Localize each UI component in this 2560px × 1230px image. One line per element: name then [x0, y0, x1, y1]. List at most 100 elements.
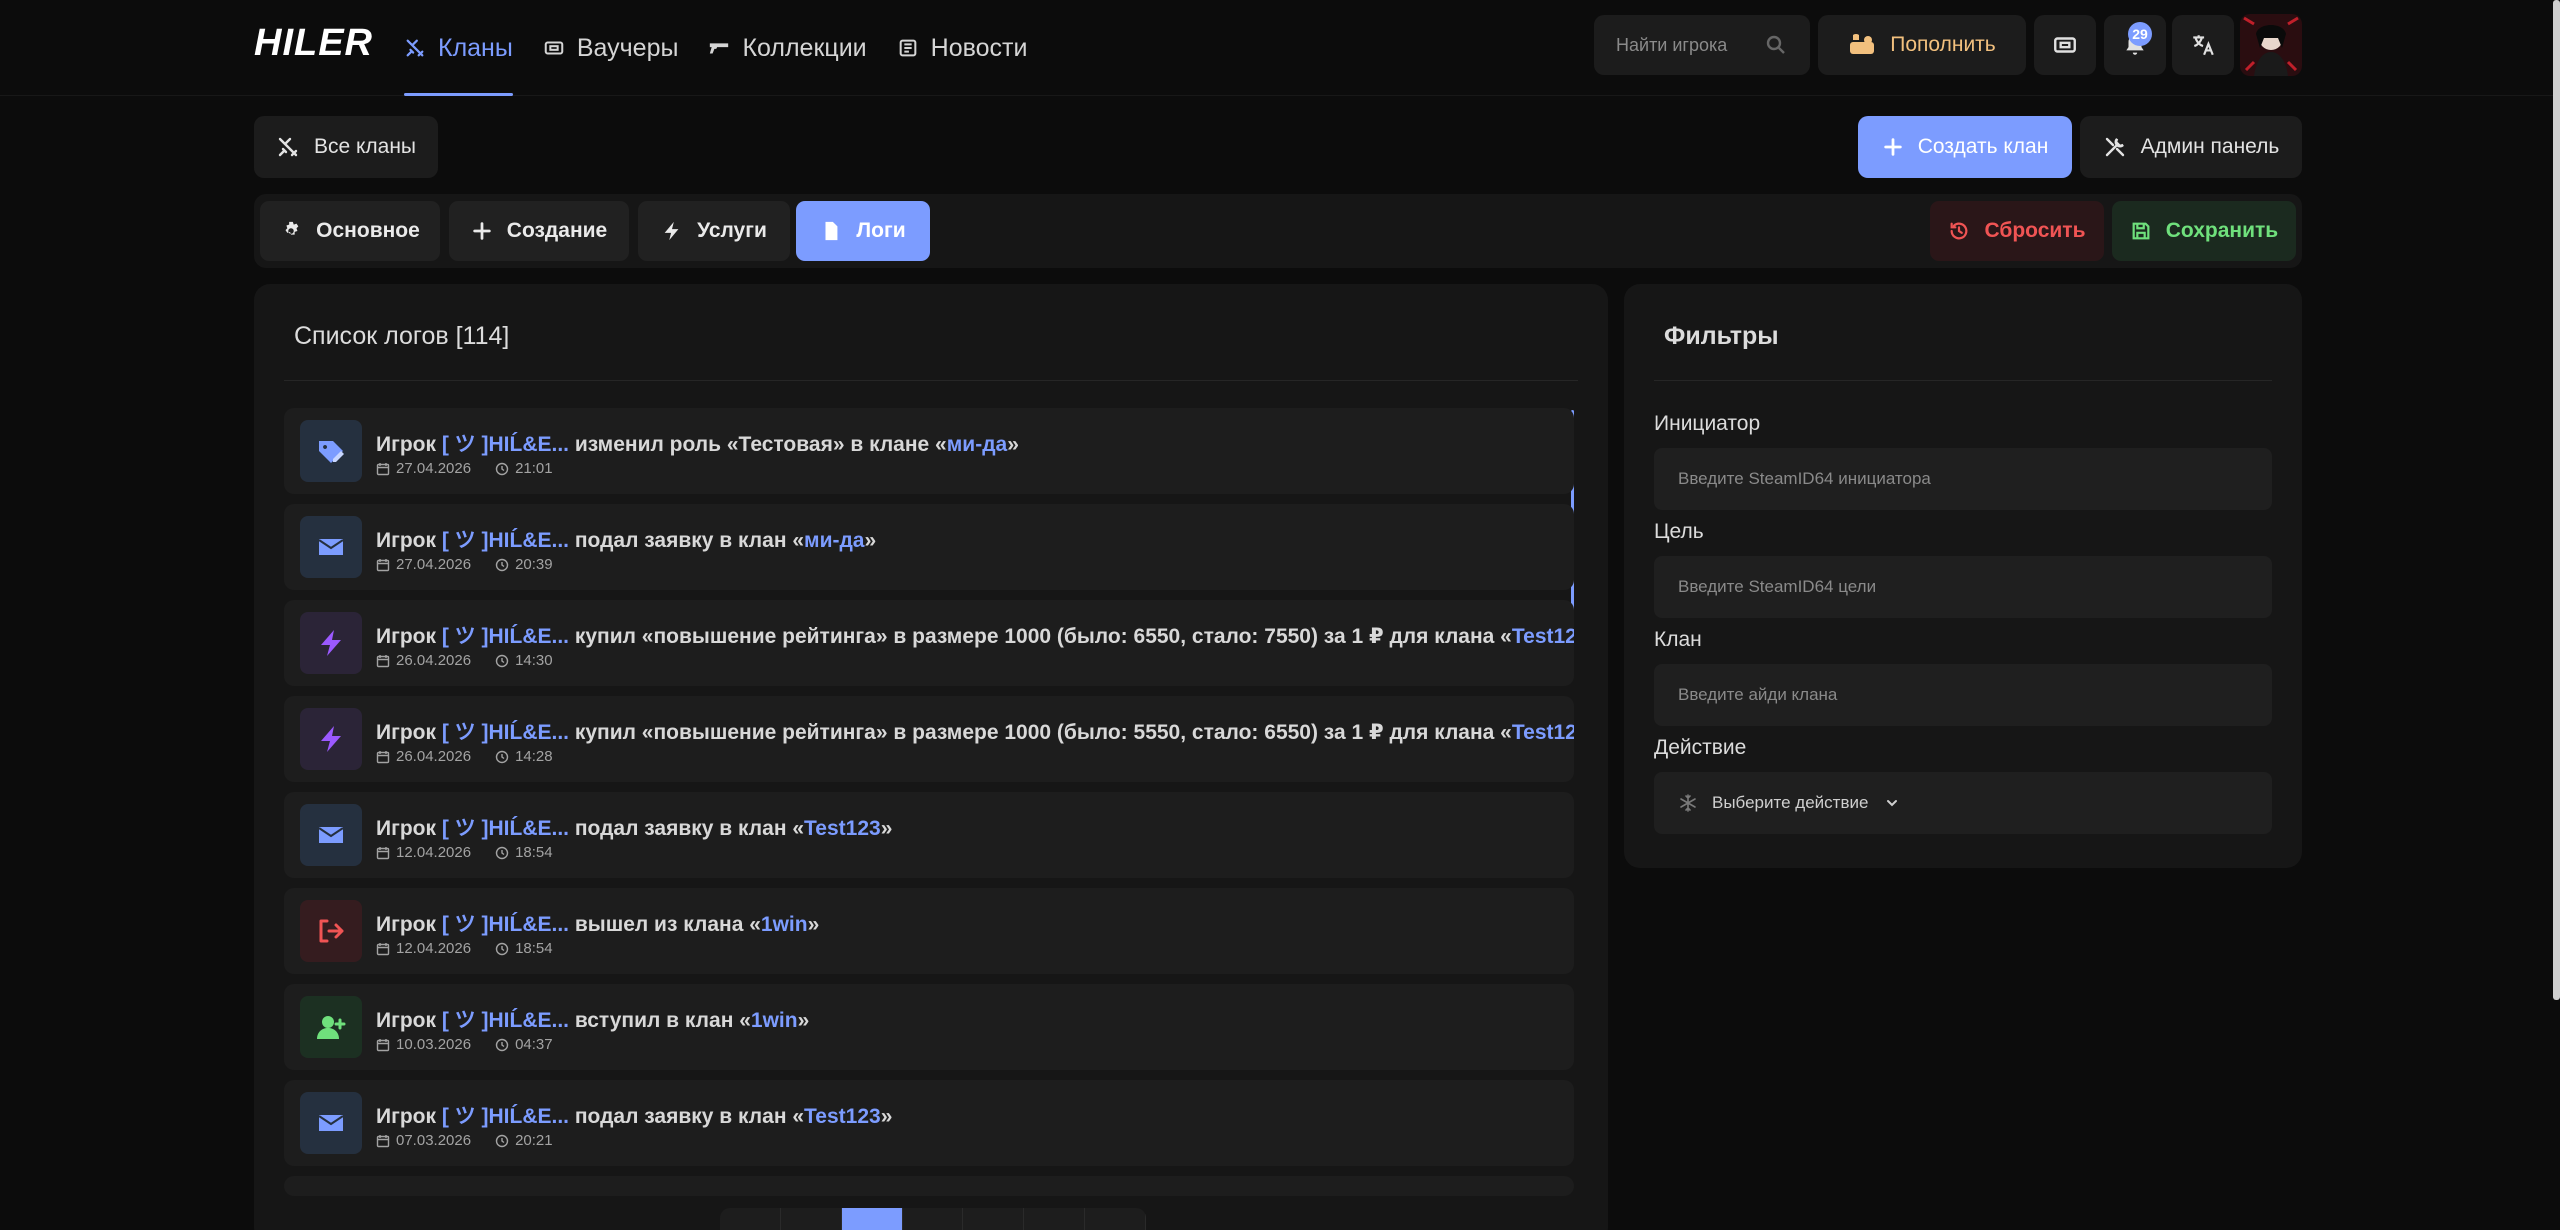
page-button-current[interactable]	[841, 1208, 903, 1230]
vouchers-button[interactable]	[2034, 15, 2096, 75]
logs-title: Список логов [114]	[294, 322, 510, 350]
action-select[interactable]: Выберите действие	[1654, 772, 2272, 834]
page-button[interactable]	[720, 1208, 781, 1230]
nav-vouchers[interactable]: Ваучеры	[543, 0, 678, 96]
log-player-link[interactable]: [ ツ ]HIĹ&E...	[442, 625, 569, 648]
log-player-link[interactable]: [ ツ ]HIĹ&E...	[442, 529, 569, 552]
log-type-icon	[300, 804, 362, 866]
log-player-link[interactable]: [ ツ ]HIĹ&E...	[442, 721, 569, 744]
target-label: Цель	[1654, 520, 1704, 543]
log-clan-link[interactable]: ми-да	[804, 529, 864, 552]
role-edit-icon	[319, 441, 344, 463]
topup-button[interactable]: Пополнить	[1818, 15, 2026, 75]
log-meta: 27.04.2026 21:01	[376, 460, 553, 477]
log-message: Игрок [ ツ ]HIĹ&E... вступил в клан «1win…	[376, 1009, 810, 1032]
log-player-link[interactable]: [ ツ ]HIĹ&E...	[442, 433, 569, 456]
clock-icon	[495, 654, 509, 667]
log-time: 14:30	[515, 652, 553, 669]
lightning-icon	[321, 630, 341, 656]
log-time: 20:39	[515, 556, 553, 573]
log-meta: 26.04.2026 14:28	[376, 748, 553, 765]
log-type-icon	[300, 708, 362, 770]
tab-logs[interactable]: Логи	[796, 201, 930, 261]
log-item: Игрок [ ツ ]HIĹ&E... подал заявку в клан …	[284, 792, 1574, 878]
log-meta: 12.04.2026 18:54	[376, 940, 553, 957]
site-logo[interactable]: HILER	[254, 22, 373, 65]
log-item: Игрок [ ツ ]HIĹ&E... изменил роль «Тестов…	[284, 408, 1574, 494]
log-player-link[interactable]: [ ツ ]HIĹ&E...	[442, 1009, 569, 1032]
chevron-down-icon	[1887, 800, 1898, 807]
admin-panel-button[interactable]: Админ панель	[2080, 116, 2302, 178]
clock-icon	[495, 558, 509, 571]
page-button[interactable]	[903, 1208, 964, 1230]
tab-main[interactable]: Основное	[260, 201, 440, 261]
nav-news[interactable]: Новости	[897, 0, 1027, 96]
log-item: Игрок [ ツ ]HIĹ&E... вступил в клан «1win…	[284, 984, 1574, 1070]
create-clan-button[interactable]: Создать клан	[1858, 116, 2072, 178]
log-message: Игрок [ ツ ]HIĹ&E... подал заявку в клан …	[376, 529, 877, 552]
log-item: Игрок [ ツ ]HIĹ&E... купил «повышение рей…	[284, 600, 1574, 686]
log-player-link[interactable]: [ ツ ]HIĹ&E...	[442, 1105, 569, 1128]
log-time: 18:54	[515, 940, 553, 957]
all-clans-button[interactable]: Все кланы	[254, 116, 438, 178]
clock-icon	[495, 942, 509, 955]
log-clan-link[interactable]: 1win	[751, 1009, 798, 1032]
log-clan-link[interactable]: Test123	[804, 817, 881, 840]
log-clan-link[interactable]: 1win	[761, 913, 808, 936]
initiator-field[interactable]	[1654, 448, 2272, 510]
swords-icon	[406, 39, 424, 57]
target-field[interactable]	[1654, 556, 2272, 618]
player-search	[1594, 15, 1810, 75]
log-meta: 26.04.2026 14:30	[376, 652, 553, 669]
document-icon	[825, 221, 838, 241]
save-label: Сохранить	[2165, 219, 2279, 242]
page-scrollbar[interactable]	[2553, 0, 2560, 1000]
log-time: 21:01	[515, 460, 553, 477]
user-plus-icon	[317, 1016, 346, 1039]
log-type-icon	[300, 900, 362, 962]
log-player-link[interactable]: [ ツ ]HIĹ&E...	[442, 817, 569, 840]
tab-services[interactable]: Услуги	[638, 201, 790, 261]
calendar-icon	[376, 1038, 390, 1051]
all-clans-label: Все кланы	[313, 135, 417, 158]
log-player-link[interactable]: [ ツ ]HIĹ&E...	[442, 913, 569, 936]
user-avatar[interactable]	[2240, 14, 2302, 76]
reset-button[interactable]: Сбросить	[1930, 201, 2104, 261]
log-clan-link[interactable]: Test123	[1512, 721, 1574, 744]
log-clan-link[interactable]: Test123	[1512, 625, 1574, 648]
log-date: 07.03.2026	[396, 1132, 472, 1149]
notifications-button[interactable]: 29	[2104, 15, 2166, 75]
calendar-icon	[376, 846, 390, 859]
nav-clans[interactable]: Кланы	[404, 0, 513, 96]
log-clan-link[interactable]: Test123	[804, 1105, 881, 1128]
logs-panel: Список логов [114] Игрок [ ツ ]HIĹ&E... и…	[254, 284, 1608, 1230]
language-button[interactable]	[2172, 15, 2234, 75]
save-button[interactable]: Сохранить	[2112, 201, 2296, 261]
clock-icon	[495, 1134, 509, 1147]
clock-icon	[495, 462, 509, 475]
search-icon[interactable]	[1764, 33, 1788, 57]
action-label: Действие	[1654, 736, 1747, 759]
log-message: Игрок [ ツ ]HIĹ&E... подал заявку в клан …	[376, 1105, 893, 1128]
log-date: 12.04.2026	[396, 844, 472, 861]
nav-collections[interactable]: Коллекции	[708, 0, 867, 96]
log-type-icon	[300, 516, 362, 578]
log-list[interactable]: Игрок [ ツ ]HIĹ&E... изменил роль «Тестов…	[284, 408, 1574, 1230]
log-type-icon	[300, 1092, 362, 1154]
nav-collections-label: Коллекции	[742, 33, 867, 62]
action-select-value: Выберите действие	[1712, 793, 1869, 812]
gear-icon	[285, 221, 299, 235]
filters-title: Фильтры	[1664, 322, 1779, 350]
main-nav: Кланы Ваучеры Коллекции Новости	[404, 0, 1027, 96]
tab-create[interactable]: Создание	[449, 201, 629, 261]
page-button[interactable]	[963, 1208, 1025, 1230]
page-button[interactable]	[1085, 1208, 1146, 1230]
log-message: Игрок [ ツ ]HIĹ&E... подал заявку в клан …	[376, 817, 893, 840]
clan-id-field[interactable]	[1654, 664, 2272, 726]
clock-icon	[495, 1038, 509, 1051]
search-input[interactable]	[1616, 34, 1756, 56]
page-button[interactable]	[1024, 1208, 1086, 1230]
log-clan-link[interactable]: ми-да	[947, 433, 1007, 456]
page-button[interactable]	[781, 1208, 842, 1230]
clock-icon	[495, 846, 509, 859]
